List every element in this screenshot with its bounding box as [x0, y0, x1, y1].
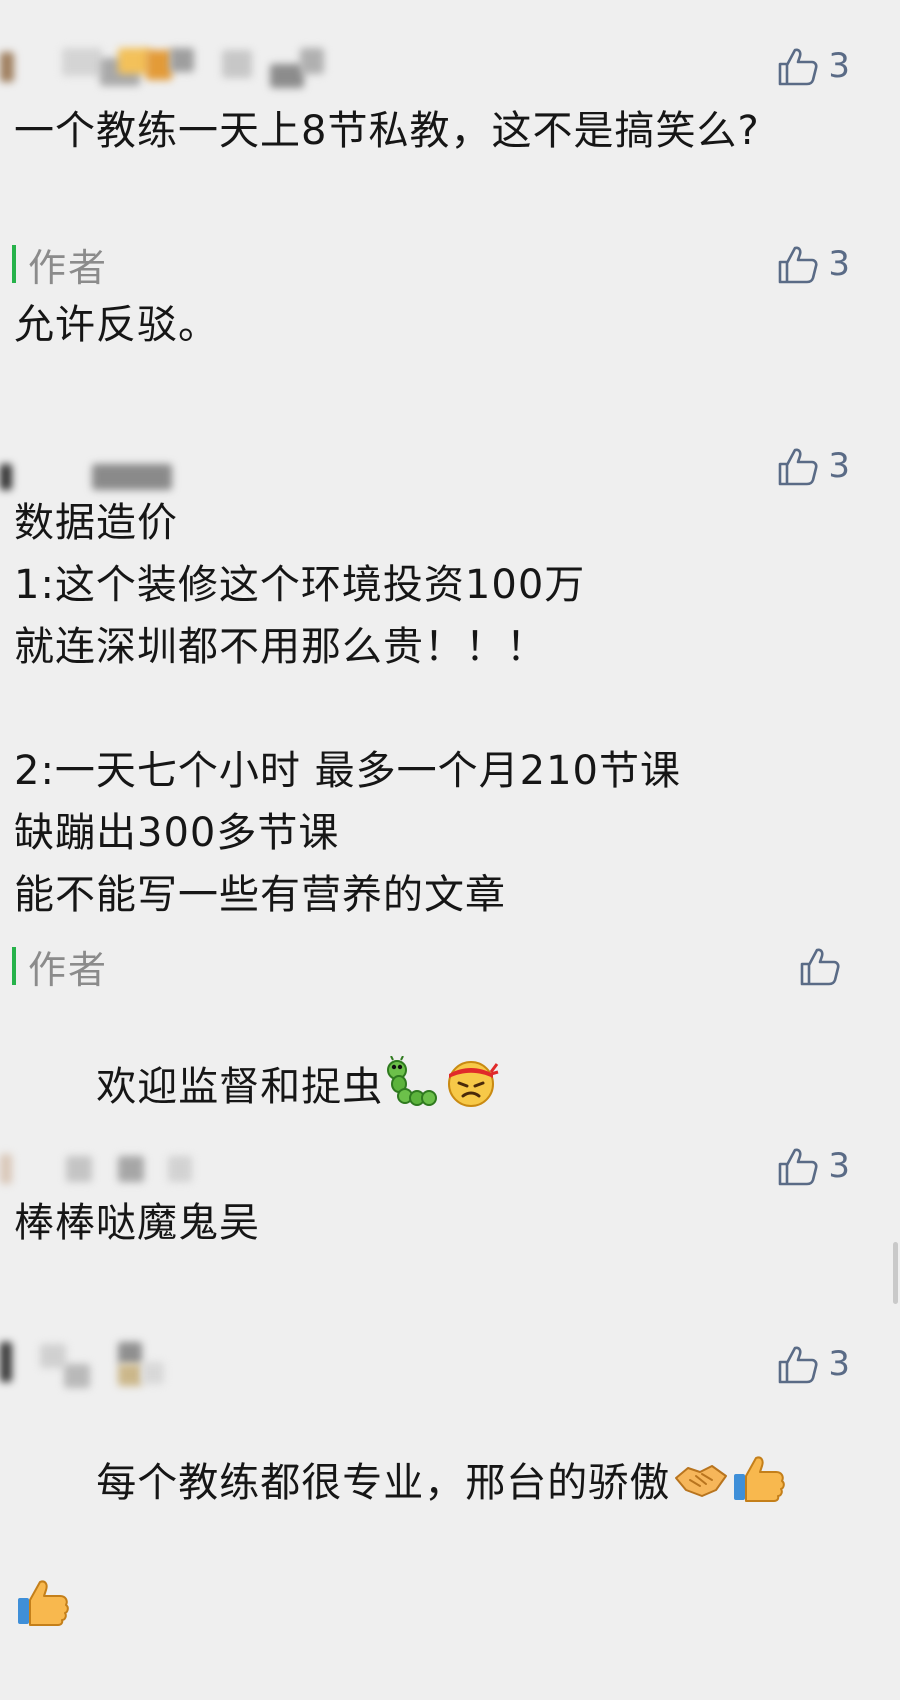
comment-text: 数据造价 1:这个装修这个环境投资100万 就连深圳都不用那么贵！！！ 2:一天… — [14, 500, 681, 918]
caterpillar-emoji — [387, 1056, 438, 1106]
comment-text: 棒棒哒魔鬼吴 — [14, 1200, 260, 1246]
reply-text: 允许反驳。 — [14, 302, 219, 348]
comment-item: 3 棒棒哒魔鬼吴 — [0, 1144, 900, 1284]
comment-list: 3 一个教练一天上8节私教，这不是搞笑么? 作者 3 允许反驳。 3 数据造价 … — [0, 0, 900, 1652]
comment-item: 3 数据造价 1:这个装修这个环境投资100万 就连深圳都不用那么贵！！！ 2:… — [0, 444, 900, 1110]
thumbs-up-icon — [779, 1148, 818, 1186]
comment-item: 3 一个教练一天上8节私教，这不是搞笑么? 作者 3 允许反驳。 — [0, 44, 900, 384]
author-indicator-bar — [12, 947, 16, 985]
handshake-emoji — [675, 1465, 728, 1497]
thumbs-up-icon — [779, 1346, 818, 1384]
like-count: 3 — [828, 1344, 850, 1384]
reply-like-button[interactable]: 3 — [776, 242, 850, 286]
author-indicator-bar — [12, 245, 16, 283]
author-label: 作者 — [28, 947, 109, 992]
thumbs-up-emoji — [734, 1456, 786, 1502]
scrollbar-thumb[interactable] — [893, 1242, 898, 1304]
reply-like-button[interactable] — [798, 944, 850, 988]
reply-text-content: 欢迎监督和捉虫 — [96, 1064, 384, 1110]
thumbs-up-emoji — [18, 1580, 69, 1626]
comment-text: 一个教练一天上8节私教，这不是搞笑么? — [14, 108, 760, 154]
thumbs-up-icon — [779, 246, 818, 284]
like-count: 3 — [828, 244, 850, 284]
comment-text: 每个教练都很专业，邢台的骄傲 — [14, 1390, 834, 1700]
determined-face-emoji — [448, 1061, 499, 1107]
comment-text-content: 每个教练都很专业，邢台的骄傲 — [96, 1460, 671, 1506]
commenter-name-blurred[interactable] — [0, 444, 360, 490]
commenter-name-blurred[interactable] — [0, 1144, 360, 1190]
like-button[interactable]: 3 — [776, 1144, 850, 1188]
like-button[interactable]: 3 — [776, 44, 850, 88]
like-button[interactable]: 3 — [776, 1342, 850, 1386]
like-count: 3 — [828, 46, 850, 86]
commenter-name-blurred[interactable] — [0, 44, 360, 90]
comment-item: 3 每个教练都很专业，邢台的骄傲 — [0, 1342, 900, 1626]
like-button[interactable]: 3 — [776, 444, 850, 488]
like-count: 3 — [828, 446, 850, 486]
author-label: 作者 — [28, 245, 109, 290]
like-count: 3 — [828, 1146, 850, 1186]
author-reply-header: 作者 — [12, 944, 108, 992]
thumbs-up-icon — [779, 48, 818, 86]
author-reply-header: 作者 — [12, 242, 108, 290]
commenter-name-blurred[interactable] — [0, 1342, 360, 1388]
thumbs-up-icon — [800, 948, 840, 986]
thumbs-up-icon — [779, 448, 818, 486]
